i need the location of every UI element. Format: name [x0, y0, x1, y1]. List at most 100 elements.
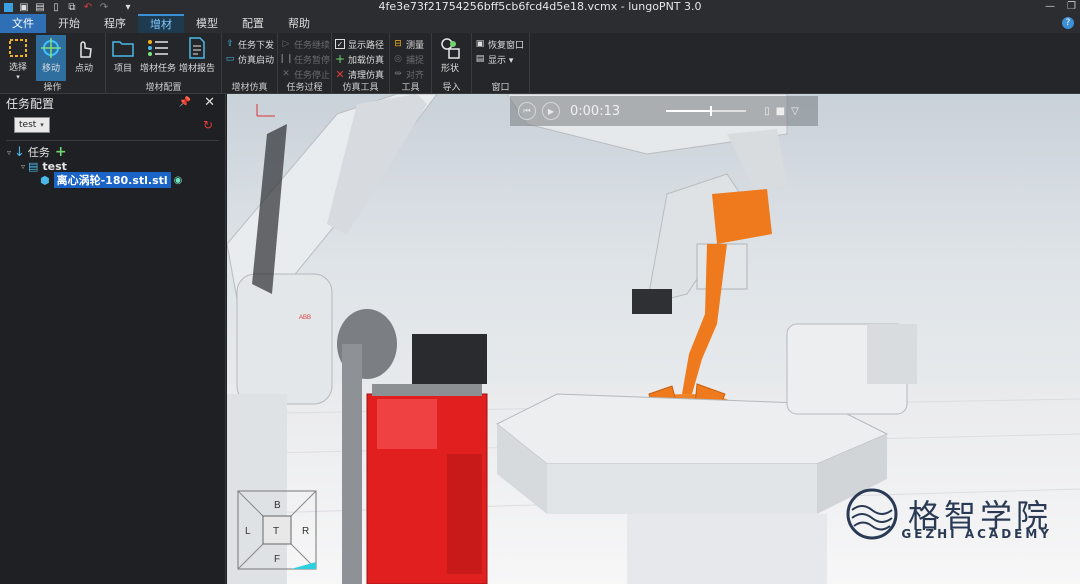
- tab-config[interactable]: 配置: [230, 14, 276, 33]
- play-button[interactable]: ▶: [542, 102, 560, 120]
- watermark-en: GEZHI ACADEMY: [901, 527, 1052, 541]
- display-icon: ▤: [475, 54, 485, 64]
- settings-filter-icon[interactable]: ▽: [791, 106, 799, 117]
- group-sim-tools: ✓ 显示路径 + 加载仿真 ✕ 清理仿真 仿真工具: [332, 33, 390, 94]
- window-title: 4fe3e73f21754256bff5cb6fcd4d5e18.vcmx - …: [378, 0, 702, 13]
- group-tools: ⊟ 测量 ◎ 捕捉 ⇹ 对齐 工具: [390, 33, 432, 94]
- task-tree: ▿ ↓ 任务 + ▿ ▤ test ⬢ 离心涡轮-180.stl.stl ◉: [0, 141, 225, 188]
- restore-icon[interactable]: ❐: [1067, 0, 1076, 14]
- video-record-icon[interactable]: ■: [776, 106, 785, 117]
- slider-handle[interactable]: [710, 106, 713, 116]
- open-folder-icon[interactable]: ▤: [35, 2, 45, 13]
- select-button[interactable]: 选择 ▾: [3, 35, 33, 81]
- play-icon: ▷: [282, 39, 290, 49]
- ruler-icon: ⊟: [394, 39, 402, 49]
- tree-node-test[interactable]: ▿ ▤ test: [0, 159, 225, 173]
- tree-node-tasks[interactable]: ▿ ↓ 任务 +: [0, 144, 225, 160]
- add-task-icon[interactable]: +: [55, 144, 67, 160]
- clear-sim-button[interactable]: ✕ 清理仿真: [335, 67, 384, 81]
- sim-start-button[interactable]: ▭ 仿真启动: [225, 52, 274, 66]
- tab-model[interactable]: 模型: [184, 14, 230, 33]
- cube-icon: ⬢: [40, 173, 50, 187]
- stop-x-icon: ✕: [282, 69, 290, 79]
- simulation-time: 0:00:13: [570, 103, 621, 119]
- folder-icon: [112, 37, 134, 59]
- right-robot-arm: [506, 94, 788, 394]
- tab-start[interactable]: 开始: [46, 14, 92, 33]
- shape-button[interactable]: 形状: [435, 35, 465, 81]
- redo-icon[interactable]: ↷: [99, 2, 109, 13]
- show-path-checkbox[interactable]: ✓ 显示路径: [335, 37, 384, 51]
- task-resume-button[interactable]: ▷ 任务继续: [281, 37, 330, 51]
- view-cube[interactable]: B L T R F: [237, 490, 317, 570]
- save-icon[interactable]: ▣: [19, 2, 29, 13]
- view-cube-left-label[interactable]: L: [245, 526, 251, 537]
- visibility-eye-icon[interactable]: ◉: [174, 175, 183, 186]
- panel-title: 任务配置: [6, 96, 55, 111]
- view-cube-right-label[interactable]: R: [302, 526, 309, 537]
- task-dropdown[interactable]: test ▾: [14, 117, 50, 133]
- simulation-control-bar: ⏮ ▶ 0:00:13 ▯ ■ ▽: [510, 96, 818, 126]
- align-icon: ⇹: [394, 69, 402, 79]
- 3d-viewport[interactable]: ABB ⏮ ▶ 0:00:13 ▯ ■ ▽ B L T R F 格智学院 GEZ…: [227, 94, 1080, 584]
- minimize-icon[interactable]: —: [1045, 0, 1055, 14]
- display-dropdown[interactable]: ▤ 显示 ▾: [475, 52, 524, 66]
- task-config-panel: 任务配置 📌 ✕ test ▾ ↻ ▿ ↓ 任务 + ▿ ▤ test ⬢ 离心…: [0, 94, 226, 584]
- close-icon[interactable]: ✕: [204, 95, 215, 110]
- view-cube-front-label[interactable]: F: [274, 554, 280, 565]
- load-sim-button[interactable]: + 加载仿真: [335, 52, 384, 66]
- snap-button[interactable]: ◎ 捕捉: [393, 52, 424, 66]
- checkbox-checked-icon: ✓: [335, 39, 345, 49]
- new-file-icon[interactable]: ▯: [51, 2, 61, 13]
- skip-back-button[interactable]: ⏮: [518, 102, 536, 120]
- arrow-down-icon: ↓: [14, 144, 25, 160]
- tab-file[interactable]: 文件: [0, 14, 46, 33]
- academy-logo-icon: [846, 488, 898, 540]
- panel-header: 任务配置 📌 ✕: [0, 94, 225, 112]
- copy-icon[interactable]: ⧉: [67, 2, 77, 13]
- snap-icon: ◎: [394, 54, 402, 64]
- report-icon: [186, 37, 208, 59]
- restore-window-button[interactable]: ▣ 恢复窗口: [475, 37, 524, 51]
- help-icon[interactable]: ?: [1062, 17, 1074, 29]
- pdf-export-icon[interactable]: ▯: [764, 106, 770, 117]
- tab-additive[interactable]: 增材: [138, 14, 184, 33]
- ribbon: 选择 ▾ 移动 点动 操作 项目 增材任务 增材报告 增材配置 ⇪ 任务下发 ▭…: [0, 33, 1080, 94]
- tree-node-model-file[interactable]: ⬢ 离心涡轮-180.stl.stl ◉: [0, 172, 225, 188]
- group-task-process: ▷ 任务继续 ❙❙ 任务暂停 ✕ 任务停止 任务过程: [278, 33, 332, 94]
- collapse-icon[interactable]: ▿: [4, 148, 14, 157]
- tab-program[interactable]: 程序: [92, 14, 138, 33]
- refresh-icon[interactable]: ↻: [203, 118, 213, 132]
- view-cube-back-label[interactable]: B: [274, 500, 281, 511]
- work-table: [496, 393, 889, 584]
- jog-button[interactable]: 点动: [69, 35, 99, 81]
- robot-brand-label: ABB: [299, 315, 311, 321]
- title-bar: ▣ ▤ ▯ ⧉ ↶ ↷ ▾ 4fe3e73f21754256bff5cb6fcd…: [0, 0, 1080, 14]
- clear-x-icon: ✕: [335, 67, 345, 81]
- task-send-button[interactable]: ⇪ 任务下发: [225, 37, 274, 51]
- am-report-button[interactable]: 增材报告: [179, 35, 215, 81]
- move-button[interactable]: 移动: [36, 35, 66, 81]
- tab-help[interactable]: 帮助: [276, 14, 322, 33]
- customize-quick-access-icon[interactable]: ▾: [123, 2, 133, 13]
- task-pause-button[interactable]: ❙❙ 任务暂停: [278, 52, 330, 66]
- align-button[interactable]: ⇹ 对齐: [393, 67, 424, 81]
- undo-icon[interactable]: ↶: [83, 2, 93, 13]
- welding-power-source: [337, 309, 488, 584]
- measure-button[interactable]: ⊟ 测量: [393, 37, 424, 51]
- group-operations: 选择 ▾ 移动 点动 操作: [0, 33, 106, 94]
- pin-icon[interactable]: 📌: [179, 97, 191, 108]
- hand-pointer-icon: [73, 37, 95, 59]
- positioner: [786, 323, 917, 415]
- view-cube-top-label[interactable]: T: [273, 526, 279, 537]
- project-button[interactable]: 项目: [109, 35, 137, 81]
- task-stop-button[interactable]: ✕ 任务停止: [281, 67, 330, 81]
- simulation-speed-slider[interactable]: [666, 106, 747, 116]
- monitor-icon: ▭: [225, 54, 235, 64]
- group-window: ▣ 恢复窗口 ▤ 显示 ▾ 窗口: [472, 33, 530, 94]
- group-import: 形状 导入: [432, 33, 472, 94]
- chevron-down-icon: ▾: [40, 121, 44, 129]
- watermark: 格智学院 GEZHI ACADEMY: [846, 488, 1052, 541]
- collapse-icon[interactable]: ▿: [18, 162, 28, 171]
- am-task-button[interactable]: 增材任务: [140, 35, 176, 81]
